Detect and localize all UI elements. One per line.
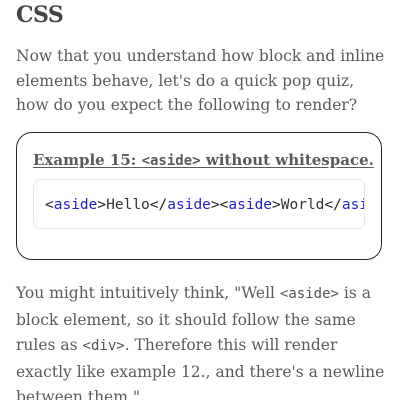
example-title-link[interactable]: Example 15: <aside> without whitespace. — [33, 150, 374, 171]
code-token-punct: > — [272, 197, 281, 213]
body-text-1: You might intuitively think, "Well — [16, 284, 280, 302]
code-token-tag: aside — [228, 197, 273, 213]
code-token-tag: aside — [341, 197, 364, 213]
code-token-punct: > — [97, 197, 107, 213]
code-token-punct: >< — [210, 197, 229, 213]
code-token-tag: aside — [167, 197, 211, 213]
code-block[interactable]: <aside>Hello</aside><aside>World</aside> — [33, 179, 365, 229]
code-token-text: Hello — [106, 197, 150, 213]
code-token-tag: aside — [53, 197, 98, 213]
example-title-suffix: without whitespace. — [200, 151, 374, 169]
code-token-punct: </ — [149, 197, 168, 213]
code-token-text: World — [280, 197, 325, 213]
code-token-punct: </ — [324, 197, 342, 213]
inline-code-div: <div> — [82, 338, 125, 354]
body-paragraph: You might intuitively think, "Well <asid… — [16, 281, 388, 400]
intro-paragraph: Now that you understand how block and in… — [16, 47, 385, 114]
example-title-prefix: Example 15: — [33, 151, 142, 169]
example-title-code: <aside> — [141, 153, 201, 169]
inline-code-aside: <aside> — [279, 286, 339, 302]
code-token-punct: < — [45, 197, 54, 213]
section-heading: CSS — [16, 2, 64, 28]
code-line: <aside>Hello</aside><aside>World</aside> — [45, 196, 364, 214]
example-card: Example 15: <aside> without whitespace. … — [16, 132, 382, 260]
